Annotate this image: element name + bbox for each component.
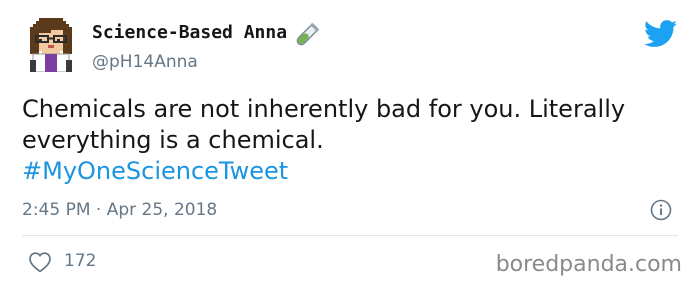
twitter-bird-icon[interactable] bbox=[644, 20, 678, 48]
test-tube-icon bbox=[296, 23, 319, 46]
info-icon[interactable] bbox=[650, 199, 672, 221]
tweet-card: Science-Based Anna @pH14Anna Chemicals a… bbox=[0, 0, 700, 288]
heart-icon[interactable] bbox=[28, 251, 52, 273]
tweet-text-line: Chemicals are not inherently bad for you… bbox=[22, 95, 626, 123]
tweet-text: Chemicals are not inherently bad for you… bbox=[22, 94, 682, 187]
avatar[interactable] bbox=[24, 18, 78, 72]
watermark: boredpanda.com bbox=[495, 252, 682, 277]
author-handle[interactable]: @pH14Anna bbox=[92, 52, 198, 72]
author-display-name[interactable]: Science-Based Anna bbox=[92, 22, 287, 43]
tweet-timestamp[interactable]: 2:45 PM · Apr 25, 2018 bbox=[22, 200, 217, 220]
tweet-text-line: everything is a chemical. bbox=[22, 126, 324, 154]
like-count: 172 bbox=[64, 251, 97, 271]
hashtag-link[interactable]: #MyOneScienceTweet bbox=[22, 156, 682, 187]
divider bbox=[22, 235, 678, 236]
